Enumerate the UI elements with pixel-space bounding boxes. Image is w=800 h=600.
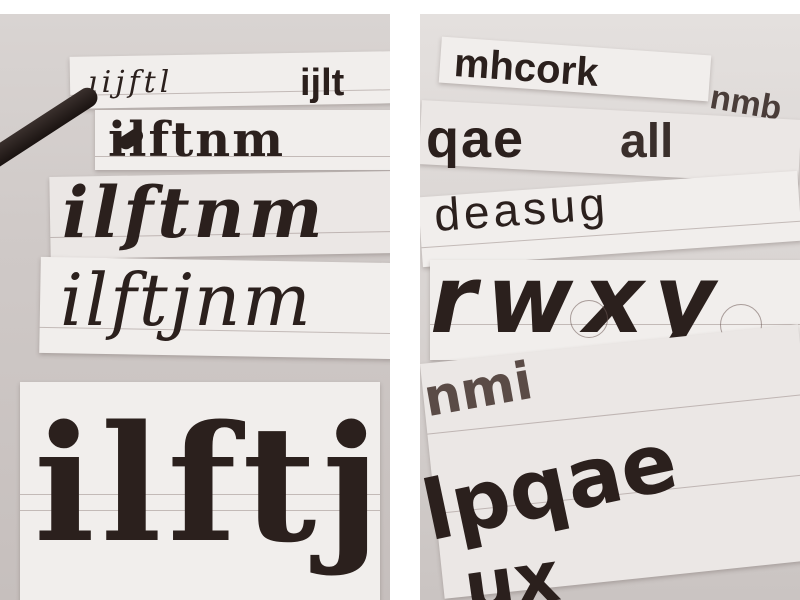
- lettering-row-r7: ux: [459, 534, 565, 600]
- marker-pen: [0, 83, 102, 183]
- lettering-row-5: ilftj: [34, 390, 387, 578]
- right-photo-panel: mhcork nmb qae all deasug rwxy nmi lpqae…: [420, 14, 800, 600]
- lettering-row-r2: qae: [426, 109, 526, 169]
- lettering-row-1: ıijftl: [88, 65, 174, 100]
- lettering-row-4: ilftjnm: [60, 258, 313, 342]
- lettering-row-r1: mhcork: [452, 41, 600, 95]
- lettering-row-r2-tail: all: [620, 115, 674, 168]
- pencil-sketch-circle: [570, 300, 608, 338]
- left-photo-panel: ıijftl ijlt ilftnm ilftnm ilftjnm ilftj: [0, 14, 390, 600]
- lettering-row-r3: deasug: [432, 176, 611, 242]
- lettering-row-1-tail: ijlt: [300, 62, 345, 104]
- lettering-row-3: ilftnm: [62, 171, 327, 254]
